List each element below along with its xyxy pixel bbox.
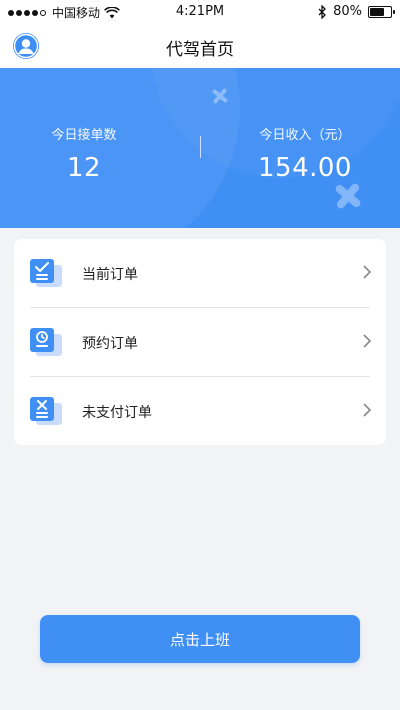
orders-today-stat: 今日接单数 12 — [0, 124, 184, 183]
plus-decoration-icon — [335, 183, 361, 209]
menu-item-reserved-orders[interactable]: 预约订单 — [14, 308, 386, 376]
status-bar: 中国移动 4:21PM 80% — [0, 0, 400, 24]
chevron-right-icon — [363, 403, 372, 417]
income-today-stat: 今日收入（元） 154.00 — [205, 124, 400, 183]
x-list-icon — [30, 397, 62, 425]
chevron-right-icon — [363, 265, 372, 279]
order-menu-card: 当前订单 预约订单 未支付订单 — [14, 239, 386, 445]
battery-level — [370, 7, 385, 16]
menu-item-unpaid-orders[interactable]: 未支付订单 — [14, 377, 386, 445]
bluetooth-icon — [318, 4, 327, 19]
menu-item-label: 未支付订单 — [82, 405, 152, 421]
check-list-icon — [30, 259, 62, 287]
stats-banner: 今日接单数 12 今日收入（元） 154.00 — [0, 68, 400, 228]
menu-item-label: 当前订单 — [82, 267, 138, 283]
menu-item-current-orders[interactable]: 当前订单 — [14, 239, 386, 307]
orders-today-value: 12 — [66, 153, 102, 183]
clock-list-icon — [30, 328, 62, 356]
battery-icon — [368, 5, 395, 18]
stats-divider — [200, 136, 201, 158]
page-title: 代驾首页 — [166, 40, 234, 60]
battery-percent: 80% — [333, 4, 362, 19]
income-today-label: 今日收入（元） — [259, 128, 351, 143]
plus-decoration-icon — [212, 88, 228, 104]
status-right: 80% — [318, 4, 395, 19]
orders-today-label: 今日接单数 — [51, 128, 117, 143]
nav-bar: 代驾首页 — [0, 24, 400, 68]
menu-item-label: 预约订单 — [82, 336, 138, 352]
chevron-right-icon — [363, 334, 372, 348]
income-today-value: 154.00 — [258, 153, 352, 183]
start-shift-button[interactable]: 点击上班 — [40, 615, 360, 663]
